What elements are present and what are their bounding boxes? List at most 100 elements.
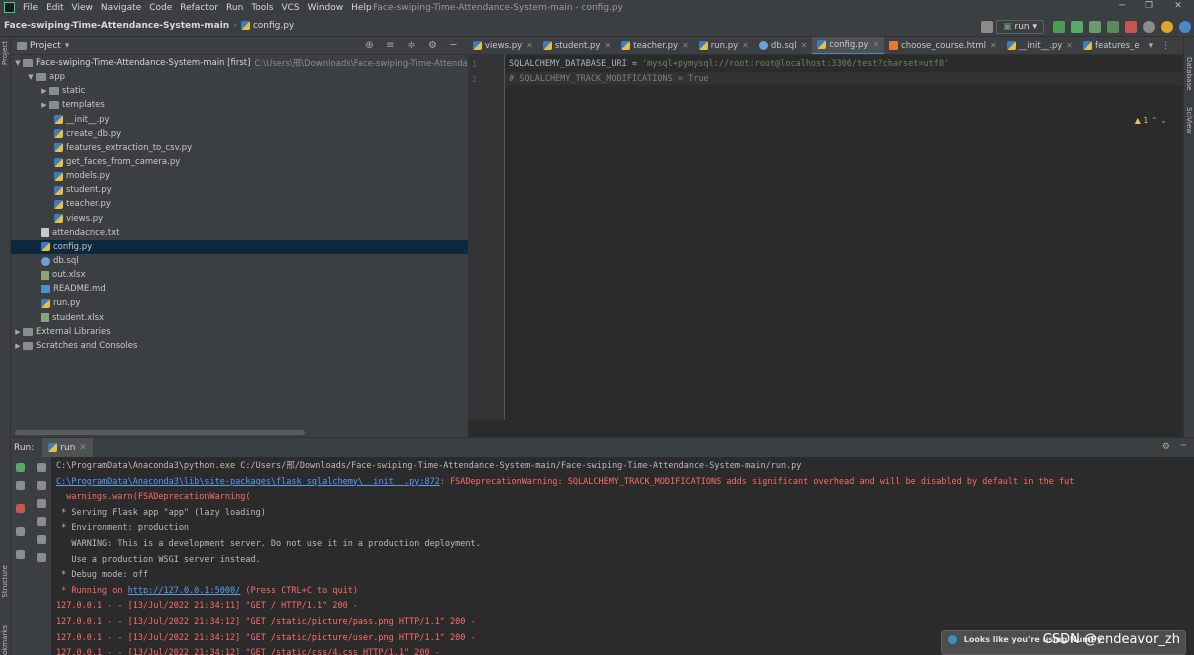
- sciview-tool-tab[interactable]: SciView: [1185, 107, 1193, 134]
- print-icon[interactable]: [37, 535, 46, 544]
- chevron-down-icon[interactable]: ▼: [13, 59, 23, 67]
- gear-icon[interactable]: ⚙: [1162, 442, 1170, 452]
- hide-icon[interactable]: ─: [448, 40, 459, 51]
- coverage-icon[interactable]: [1089, 21, 1101, 33]
- tree-file[interactable]: student.py: [11, 183, 468, 197]
- chevron-down-icon[interactable]: ▾: [65, 41, 70, 51]
- tree-root[interactable]: ▼ Face-swiping-Time-Attendance-System-ma…: [11, 56, 468, 70]
- tree-file[interactable]: out.xlsx: [11, 268, 468, 282]
- chevron-right-icon[interactable]: ▶: [39, 87, 49, 95]
- close-tab-icon[interactable]: ✕: [801, 41, 808, 50]
- bookmarks-tool-tab[interactable]: Bookmarks: [1, 625, 9, 655]
- wrench-icon[interactable]: [16, 481, 25, 490]
- tree-folder-static[interactable]: ▶ static: [11, 84, 468, 98]
- close-tab-icon[interactable]: ✕: [604, 41, 611, 50]
- tree-external-libraries[interactable]: ▶ External Libraries: [11, 325, 468, 339]
- tab-list-chevron-icon[interactable]: ▾: [1149, 41, 1154, 51]
- tree-folder-app[interactable]: ▼ app: [11, 70, 468, 84]
- tree-file-selected[interactable]: config.py: [11, 239, 468, 254]
- collapse-all-icon[interactable]: ≑: [406, 40, 417, 51]
- scroll-to-end-icon[interactable]: [37, 517, 46, 526]
- chevron-down-icon[interactable]: ▼: [26, 73, 36, 81]
- close-tab-icon[interactable]: ✕: [79, 443, 87, 453]
- tree-file[interactable]: attendacnce.txt: [11, 226, 468, 240]
- soft-wrap-icon[interactable]: [37, 499, 46, 508]
- trash-icon[interactable]: [37, 553, 46, 562]
- menu-view[interactable]: View: [68, 3, 97, 13]
- close-tab-icon[interactable]: ✕: [872, 40, 879, 49]
- menu-edit[interactable]: Edit: [42, 3, 67, 13]
- profile-icon[interactable]: [1107, 21, 1119, 33]
- stop-icon[interactable]: [1125, 21, 1137, 33]
- tab-init-py[interactable]: __init__.py ✕: [1002, 37, 1078, 54]
- stop-icon[interactable]: [16, 504, 25, 513]
- arrow-up-icon[interactable]: [37, 463, 46, 472]
- menu-help[interactable]: Help: [347, 3, 376, 13]
- debug-icon[interactable]: [1071, 21, 1083, 33]
- layout-icon[interactable]: [16, 527, 25, 536]
- close-tab-icon[interactable]: ✕: [682, 41, 689, 50]
- restore-icon[interactable]: ❐: [1143, 1, 1155, 13]
- pin-icon[interactable]: [16, 550, 25, 559]
- tree-file[interactable]: views.py: [11, 212, 468, 226]
- tab-db-sql[interactable]: db.sql ✕: [754, 37, 812, 54]
- tree-folder-templates[interactable]: ▶ templates: [11, 98, 468, 112]
- structure-tool-tab[interactable]: Structure: [1, 565, 9, 598]
- menu-refactor[interactable]: Refactor: [176, 3, 222, 13]
- menu-vcs[interactable]: VCS: [277, 3, 303, 13]
- tree-file[interactable]: get_faces_from_camera.py: [11, 155, 468, 169]
- horizontal-scrollbar[interactable]: [15, 430, 305, 435]
- database-tool-tab[interactable]: Database: [1185, 57, 1193, 90]
- project-panel-title[interactable]: Project: [30, 41, 61, 51]
- menu-tools[interactable]: Tools: [247, 3, 277, 13]
- close-tab-icon[interactable]: ✕: [526, 41, 533, 50]
- tree-file[interactable]: teacher.py: [11, 197, 468, 211]
- code-line-1[interactable]: SQLALCHEMY_DATABASE_URI = 'mysql+pymysql…: [509, 59, 949, 69]
- ide-logo-icon[interactable]: [1179, 21, 1191, 33]
- tab-run-py[interactable]: run.py ✕: [694, 37, 754, 54]
- update-icon[interactable]: [1161, 21, 1173, 33]
- tree-file[interactable]: db.sql: [11, 254, 468, 268]
- tab-features-extraction[interactable]: features_e: [1078, 37, 1145, 54]
- tab-teacher-py[interactable]: teacher.py ✕: [616, 37, 694, 54]
- tree-file[interactable]: run.py: [11, 296, 468, 310]
- tab-views-py[interactable]: views.py ✕: [468, 37, 538, 54]
- breadcrumb-file[interactable]: config.py: [253, 21, 294, 31]
- tree-file[interactable]: student.xlsx: [11, 311, 468, 325]
- console-output[interactable]: C:\ProgramData\Anaconda3\python.exe C:/U…: [56, 459, 1186, 655]
- menu-code[interactable]: Code: [145, 3, 176, 13]
- tree-file[interactable]: features_extraction_to_csv.py: [11, 141, 468, 155]
- menu-run[interactable]: Run: [222, 3, 247, 13]
- tree-file[interactable]: models.py: [11, 169, 468, 183]
- more-tabs-icon[interactable]: ⋮: [1161, 41, 1170, 51]
- run-config-select[interactable]: ▣ run ▾: [996, 20, 1044, 34]
- menu-navigate[interactable]: Navigate: [97, 3, 145, 13]
- menu-window[interactable]: Window: [304, 3, 348, 13]
- tree-file[interactable]: create_db.py: [11, 127, 468, 141]
- tab-choose-course-html[interactable]: choose_course.html ✕: [884, 37, 1002, 54]
- project-tool-tab[interactable]: Project: [1, 41, 9, 65]
- gear-icon[interactable]: ⚙: [427, 40, 438, 51]
- warning-indicator[interactable]: ▲ 1 ⌃ ⌄: [1135, 116, 1167, 125]
- arrow-down-icon[interactable]: [37, 481, 46, 490]
- rerun-icon[interactable]: [1053, 21, 1065, 33]
- close-icon[interactable]: ✕: [1172, 1, 1184, 13]
- hide-icon[interactable]: ─: [1181, 441, 1186, 451]
- chevron-right-icon[interactable]: ▶: [13, 328, 23, 336]
- run-tab[interactable]: run ✕: [42, 438, 93, 457]
- search-icon[interactable]: [1143, 21, 1155, 33]
- code-editor[interactable]: SQLALCHEMY_DATABASE_URI = 'mysql+pymysql…: [505, 55, 1183, 420]
- user-icon[interactable]: [981, 21, 994, 33]
- tab-student-py[interactable]: student.py ✕: [538, 37, 616, 54]
- tab-config-py[interactable]: config.py ✕: [812, 37, 885, 54]
- expand-all-icon[interactable]: ≡: [385, 40, 396, 51]
- close-tab-icon[interactable]: ✕: [1066, 41, 1073, 50]
- rerun-icon[interactable]: [16, 463, 25, 472]
- tree-scratches[interactable]: ▶ Scratches and Consoles: [11, 339, 468, 353]
- close-tab-icon[interactable]: ✕: [990, 41, 997, 50]
- chevron-right-icon[interactable]: ▶: [13, 342, 23, 350]
- close-tab-icon[interactable]: ✕: [742, 41, 749, 50]
- chevron-right-icon[interactable]: ▶: [39, 101, 49, 109]
- menu-file[interactable]: File: [19, 3, 42, 13]
- tree-file[interactable]: __init__.py: [11, 113, 468, 127]
